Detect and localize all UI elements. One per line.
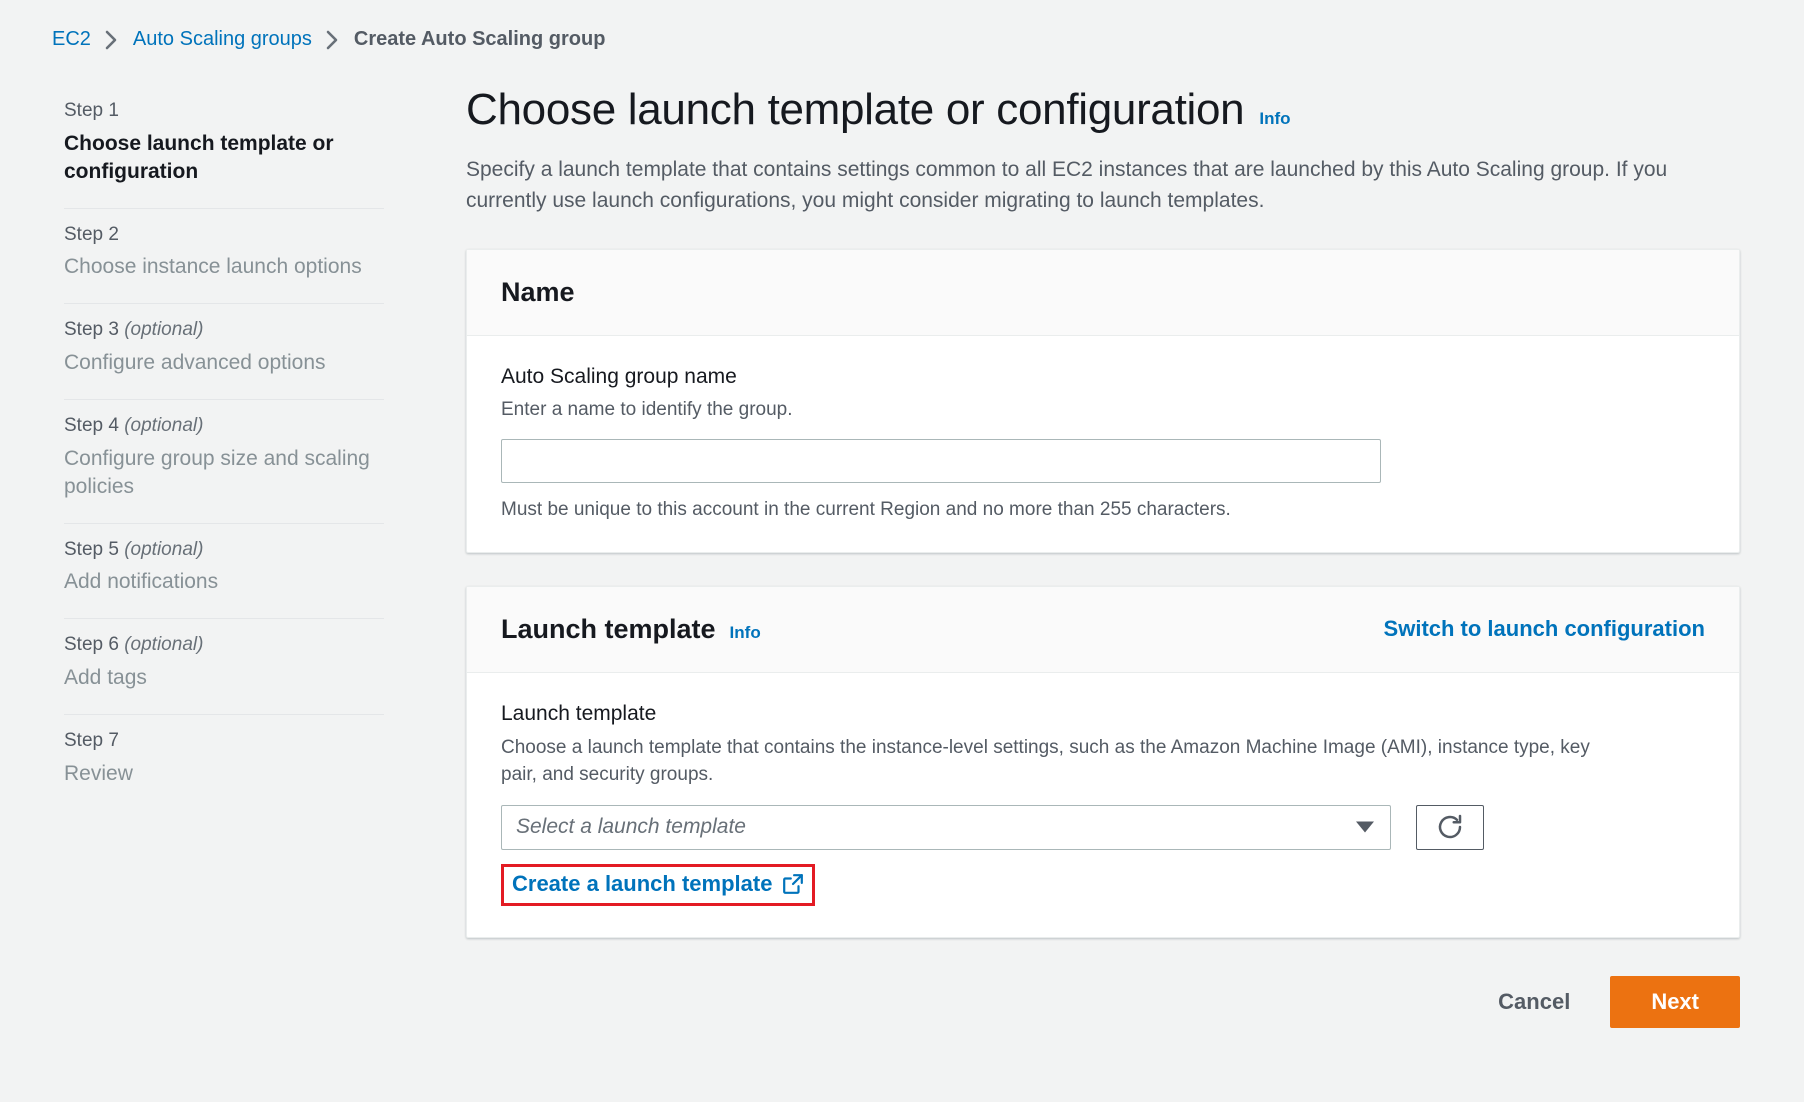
step-number: Step 1 (64, 99, 384, 123)
launch-template-select-row: Select a launch template (501, 804, 1705, 850)
name-card-body: Auto Scaling group name Enter a name to … (467, 336, 1739, 552)
switch-to-launch-configuration-link[interactable]: Switch to launch configuration (1384, 616, 1705, 642)
step-title: Configure advanced options (64, 351, 326, 375)
launch-template-description: Choose a launch template that contains t… (501, 736, 1590, 786)
chevron-right-icon (104, 29, 120, 51)
next-button[interactable]: Next (1610, 975, 1740, 1028)
launch-template-card-header: Launch template Info Switch to launch co… (467, 586, 1739, 674)
sidebar-item-step-1[interactable]: Step 1 Choose launch template or configu… (64, 85, 384, 209)
launch-template-card-title: Launch template (501, 613, 716, 644)
launch-template-label: Launch template (501, 702, 657, 726)
main-content: Choose launch template or configuration … (466, 85, 1740, 1068)
launch-template-card-body: Launch template Choose a launch template… (467, 673, 1739, 936)
launch-template-select-placeholder: Select a launch template (516, 815, 746, 839)
page-title-row: Choose launch template or configuration … (466, 85, 1740, 136)
step-title: Choose instance launch options (64, 255, 362, 279)
sidebar-item-step-7[interactable]: Step 7 Review (64, 715, 384, 810)
launch-template-card-header-left: Launch template Info (501, 613, 761, 645)
breadcrumb-item-current: Create Auto Scaling group (353, 28, 606, 50)
page-layout: Step 1 Choose launch template or configu… (0, 51, 1804, 1068)
launch-template-select[interactable]: Select a launch template (501, 804, 1391, 850)
step-number: Step 6 (optional) (64, 633, 384, 657)
sidebar-item-step-5[interactable]: Step 5 (optional) Add notifications (64, 524, 384, 620)
create-launch-template-link[interactable]: Create a launch template (512, 871, 804, 897)
launch-template-card: Launch template Info Switch to launch co… (466, 585, 1740, 938)
step-number-label: Step 4 (64, 414, 119, 436)
breadcrumb-item-auto-scaling-groups[interactable]: Auto Scaling groups (133, 28, 312, 51)
name-card: Name Auto Scaling group name Enter a nam… (466, 248, 1740, 553)
chevron-down-icon (1356, 821, 1374, 833)
step-title: Configure group size and scaling policie… (64, 446, 370, 498)
step-optional-label: (optional) (124, 414, 204, 436)
step-number-label: Step 3 (64, 319, 119, 341)
sidebar-item-step-4[interactable]: Step 4 (optional) Configure group size a… (64, 400, 384, 524)
chevron-right-icon (325, 29, 341, 51)
create-launch-template-annotation: Create a launch template (501, 863, 816, 906)
name-card-header: Name (467, 249, 1739, 337)
step-title: Add notifications (64, 570, 219, 594)
step-number-label: Step 2 (64, 223, 119, 245)
launch-template-info-link[interactable]: Info (730, 623, 761, 643)
wizard-footer: Cancel Next (466, 975, 1740, 1068)
step-number-label: Step 7 (64, 729, 119, 751)
step-number: Step 4 (optional) (64, 414, 384, 438)
name-card-title: Name (501, 276, 575, 307)
step-number: Step 7 (64, 729, 384, 753)
breadcrumb-item-ec2[interactable]: EC2 (52, 28, 91, 51)
create-launch-template-label: Create a launch template (512, 870, 773, 896)
breadcrumb: EC2 Auto Scaling groups Create Auto Scal… (0, 0, 1804, 51)
step-optional-label: (optional) (124, 319, 204, 341)
step-title: Choose launch template or configuration (64, 131, 334, 183)
external-link-icon (782, 873, 804, 895)
sidebar-item-step-2[interactable]: Step 2 Choose instance launch options (64, 209, 384, 305)
name-card-header-left: Name (501, 276, 575, 308)
sidebar-item-step-3[interactable]: Step 3 (optional) Configure advanced opt… (64, 304, 384, 400)
step-number-label: Step 6 (64, 634, 119, 656)
cancel-button[interactable]: Cancel (1492, 981, 1576, 1023)
step-number: Step 5 (optional) (64, 538, 384, 562)
asg-name-input[interactable] (501, 438, 1381, 483)
step-title: Add tags (64, 665, 147, 689)
page-description: Specify a launch template that contains … (466, 157, 1668, 212)
page-title-info-link[interactable]: Info (1259, 109, 1290, 129)
asg-name-description: Enter a name to identify the group. (501, 399, 793, 421)
step-number-label: Step 1 (64, 100, 119, 121)
sidebar-item-step-6[interactable]: Step 6 (optional) Add tags (64, 619, 384, 715)
asg-name-constraint: Must be unique to this account in the cu… (501, 498, 1231, 520)
refresh-icon (1435, 812, 1465, 842)
page-title: Choose launch template or configuration (466, 85, 1245, 134)
step-number-label: Step 5 (64, 538, 119, 560)
step-number: Step 2 (64, 223, 384, 247)
step-optional-label: (optional) (124, 538, 204, 560)
step-number: Step 3 (optional) (64, 318, 384, 342)
asg-name-label: Auto Scaling group name (501, 365, 737, 389)
refresh-launch-templates-button[interactable] (1416, 804, 1484, 850)
step-title: Review (64, 761, 133, 785)
wizard-steps-sidebar: Step 1 Choose launch template or configu… (64, 85, 384, 810)
step-optional-label: (optional) (124, 634, 204, 656)
